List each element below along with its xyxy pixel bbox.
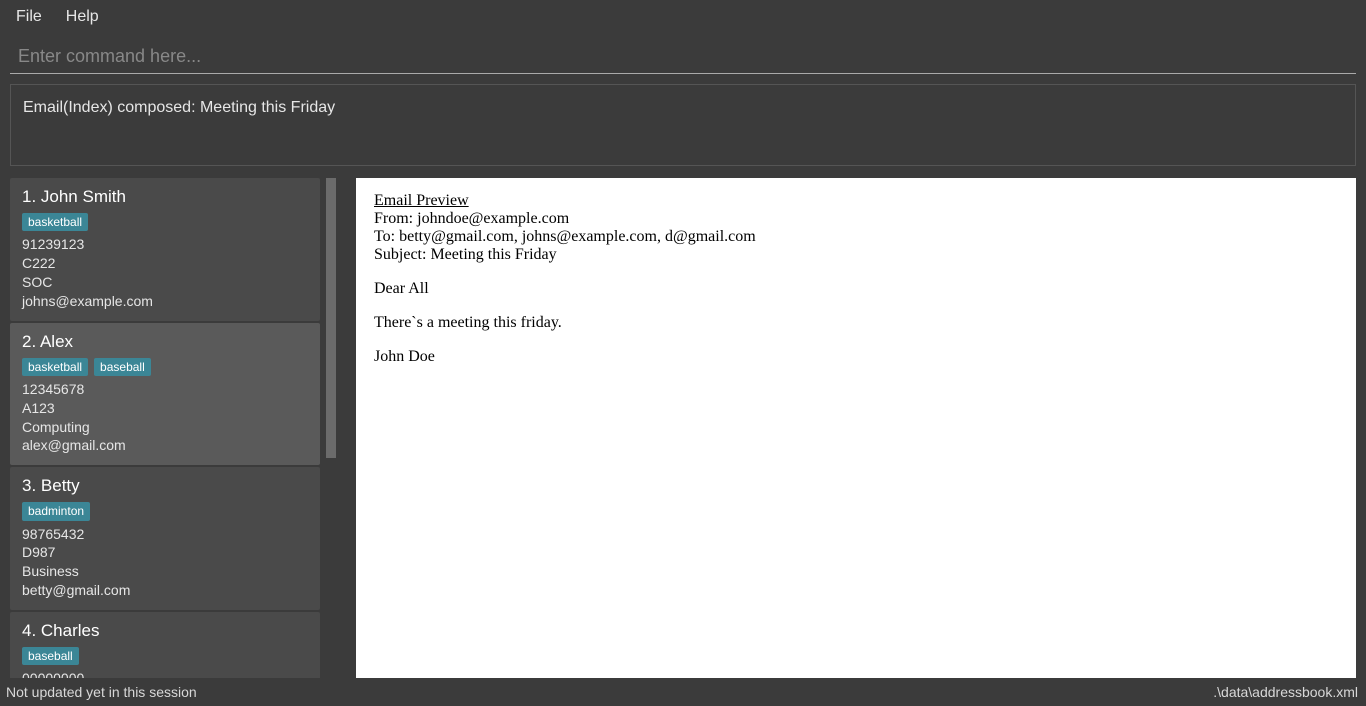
contact-list-panel: 1. John Smith basketball 91239123C222SOCjo… (10, 178, 336, 678)
contact-email: alex@gmail.com (22, 436, 308, 455)
command-input[interactable] (10, 40, 1356, 74)
tag: badminton (22, 502, 90, 520)
preview-from: From: johndoe@example.com (374, 210, 1338, 228)
menu-help[interactable]: Help (54, 4, 111, 30)
contact-room: D987 (22, 543, 308, 562)
contact-list[interactable]: 1. John Smith basketball 91239123C222SOCjo… (10, 178, 320, 678)
contact-card[interactable]: 2. Alex basketball baseball 12345678A123Com… (10, 323, 320, 466)
contact-faculty: Computing (22, 418, 308, 437)
contact-card[interactable]: 3. Betty badminton 98765432D987Businessbet… (10, 467, 320, 610)
contact-tags: basketball (22, 213, 308, 231)
contact-phone: 00000000 (22, 669, 308, 678)
contact-title: 3. Betty (22, 475, 308, 498)
status-left: Not updated yet in this session (6, 684, 197, 700)
contact-tags: basketball baseball (22, 358, 308, 376)
preview-salutation: Dear All (374, 280, 1338, 298)
preview-to: To: betty@gmail.com, johns@example.com, … (374, 228, 1338, 246)
contact-room: C222 (22, 254, 308, 273)
tag: basketball (22, 213, 88, 231)
contact-email: johns@example.com (22, 292, 308, 311)
preview-body: There`s a meeting this friday. (374, 314, 1338, 332)
contact-tags: baseball (22, 647, 308, 665)
tag: baseball (22, 647, 79, 665)
tag: basketball (22, 358, 88, 376)
command-bar (10, 40, 1356, 74)
tag: baseball (94, 358, 151, 376)
contact-tags: badminton (22, 502, 308, 520)
contact-phone: 12345678 (22, 380, 308, 399)
status-right: .\data\addressbook.xml (1213, 684, 1358, 700)
contact-title: 2. Alex (22, 331, 308, 354)
menu-file[interactable]: File (4, 4, 54, 30)
main-area: 1. John Smith basketball 91239123C222SOCjo… (10, 178, 1356, 678)
result-display: Email(Index) composed: Meeting this Frid… (10, 84, 1356, 166)
contact-title: 1. John Smith (22, 186, 308, 209)
contact-title: 4. Charles (22, 620, 308, 643)
contact-phone: 98765432 (22, 525, 308, 544)
preview-signature: John Doe (374, 348, 1338, 366)
menubar: File Help (0, 0, 1366, 34)
email-preview-panel: Email Preview From: johndoe@example.com … (356, 178, 1356, 678)
contact-email: betty@gmail.com (22, 581, 308, 600)
status-bar: Not updated yet in this session .\data\a… (0, 678, 1366, 706)
contact-faculty: SOC (22, 273, 308, 292)
preview-title: Email Preview (374, 192, 1338, 210)
preview-subject: Subject: Meeting this Friday (374, 246, 1338, 264)
contact-phone: 91239123 (22, 235, 308, 254)
contact-card[interactable]: 4. Charlesbaseball00000000C345Science (10, 612, 320, 678)
contact-room: A123 (22, 399, 308, 418)
contact-card[interactable]: 1. John Smith basketball 91239123C222SOCjo… (10, 178, 320, 321)
contact-faculty: Business (22, 562, 308, 581)
scrollbar-thumb[interactable] (326, 178, 336, 458)
